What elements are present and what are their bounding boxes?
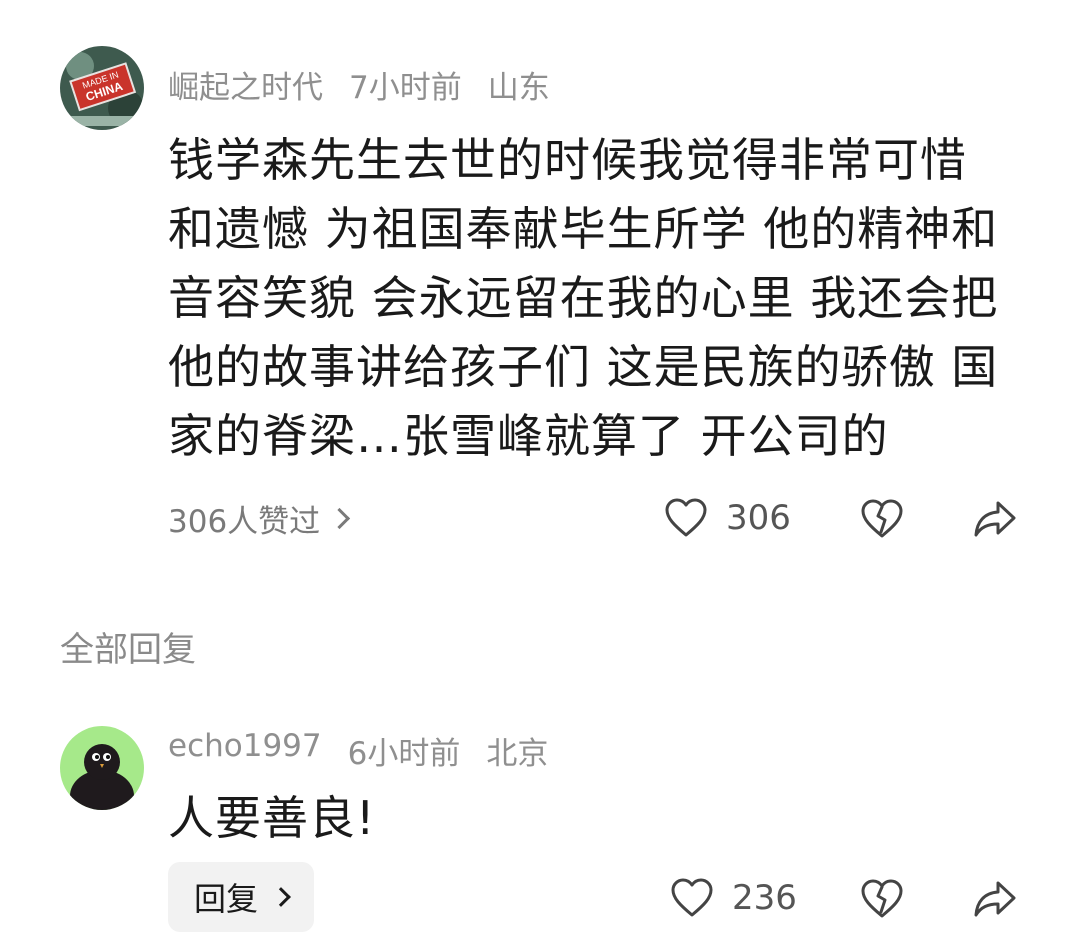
likers-label: 306人赞过 [168,503,321,540]
reply-meta: echo1997 6小时前 北京 [168,728,548,773]
comment-line: 家的脊梁…张雪峰就算了 开公司的 [168,409,889,463]
like-button[interactable]: 236 [670,874,797,922]
chevron-right-icon [271,887,291,907]
share-icon[interactable] [972,498,1018,540]
avatar[interactable] [60,726,144,810]
reply-body: 人要善良! [168,791,376,845]
username[interactable]: echo1997 [168,728,322,773]
like-count: 236 [732,878,797,918]
dislike-heart-icon[interactable] [860,878,904,920]
like-button[interactable]: 306 [664,494,791,542]
username[interactable]: 崛起之时代 [168,62,323,107]
comment-line: 钱学森先生去世的时候我觉得非常可惜 [168,133,967,187]
replies-section-title: 全部回复 [60,630,196,670]
avatar-image: MADE IN CHINA [60,46,144,130]
location: 山东 [487,70,550,106]
bird-avatar-image [60,726,144,810]
dislike-heart-icon[interactable] [860,498,904,540]
like-count: 306 [726,498,791,538]
heart-icon [665,498,707,537]
likers-link[interactable]: 306人赞过 [168,496,351,540]
comment-line: 和遗憾 为祖国奉献毕生所学 他的精神和 [168,202,999,256]
chevron-right-icon [329,507,351,529]
comment-meta: 崛起之时代 7小时前 山东 [168,62,550,107]
comment-line: 音容笑貌 会永远留在我的心里 我还会把 [168,271,999,325]
timestamp: 7小时前 [349,70,462,106]
location: 北京 [486,736,549,772]
heart-icon [671,878,713,917]
timestamp: 6小时前 [347,736,461,772]
reply-button[interactable]: 回复 [168,862,315,932]
comment-body: 钱学森先生去世的时候我觉得非常可惜 和遗憾 为祖国奉献毕生所学 他的精神和 音容… [168,126,1038,471]
share-icon[interactable] [972,878,1018,920]
reply-button-label: 回复 [194,880,259,918]
avatar[interactable]: MADE IN CHINA [60,46,144,130]
comment-line: 他的故事讲给孩子们 这是民族的骄傲 国 [168,340,999,394]
